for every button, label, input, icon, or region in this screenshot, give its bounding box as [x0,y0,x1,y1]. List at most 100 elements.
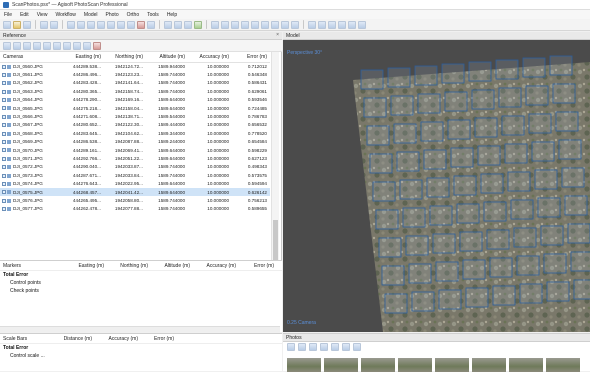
delete-icon[interactable] [137,20,145,29]
camera-frame[interactable] [420,121,444,142]
camera-frame[interactable] [360,69,384,90]
camera-frame[interactable] [534,169,558,190]
camera-frame[interactable] [384,293,408,314]
checkbox[interactable] [2,181,6,186]
table-row[interactable]: DJI_0565.JPG 444275.218... 1942158.04... 15… [0,104,270,112]
checkbox[interactable] [2,131,6,136]
checkbox[interactable] [2,148,6,153]
camera-frame[interactable] [414,65,438,86]
camera-frame[interactable] [498,87,522,108]
camera-frame[interactable] [465,287,489,308]
camera-frame[interactable] [546,281,570,302]
cameras-scrollbar[interactable] [271,52,279,282]
camera-frame[interactable] [372,181,396,202]
camera-frame[interactable] [489,257,513,278]
col-marker-error[interactable]: Error (m) [236,263,274,269]
camera-frame[interactable] [543,253,567,274]
circle-select-icon[interactable] [87,20,95,29]
photo-thumbnail[interactable] [361,358,395,372]
camera-frame[interactable] [561,167,585,188]
camera-frame[interactable] [417,93,441,114]
photo-thumbnail[interactable] [435,358,469,372]
col-marker-altitude[interactable]: Altitude (m) [148,263,190,269]
camera-frame[interactable] [570,251,590,272]
ortho-icon[interactable] [291,20,299,29]
rect-select-icon[interactable] [77,20,85,29]
checkbox[interactable] [2,98,6,103]
camera-frame[interactable] [525,85,549,106]
menu-view[interactable]: View [37,12,48,18]
rotate-region-icon[interactable] [127,20,135,29]
camera-frame[interactable] [456,203,480,224]
camera-frame[interactable] [471,89,495,110]
new-project-icon[interactable] [3,20,11,29]
markers-check-points[interactable]: Check points [0,287,282,295]
menu-model[interactable]: Model [84,12,98,18]
camera-frame[interactable] [390,95,414,116]
checkbox[interactable] [2,81,6,86]
camera-frame[interactable] [537,197,561,218]
checkbox[interactable] [2,165,6,170]
camera-frame[interactable] [474,117,498,138]
camera-frame[interactable] [513,227,537,248]
optimize-cameras-icon[interactable] [33,41,41,50]
checkbox[interactable] [2,114,6,119]
camera-frame[interactable] [522,57,546,78]
checkbox[interactable] [2,139,6,144]
camera-frame[interactable] [396,151,420,172]
camera-frame[interactable] [504,143,528,164]
camera-frame[interactable] [558,139,582,160]
camera-frame[interactable] [468,61,492,82]
camera-frame[interactable] [480,173,504,194]
checkbox[interactable] [2,123,6,128]
col-distance[interactable]: Distance (m) [48,336,92,342]
photo-mask-icon[interactable] [320,343,328,351]
show-markers-icon[interactable] [318,20,326,29]
menu-ortho[interactable]: Ortho [127,12,140,18]
col-scale-accuracy[interactable]: Accuracy (m) [92,336,138,342]
photo-edit-icon[interactable] [331,343,339,351]
camera-frame[interactable] [519,283,543,304]
show-region-icon[interactable] [328,20,336,29]
open-folder-icon[interactable] [13,20,21,29]
camera-frame[interactable] [501,115,525,136]
checkbox[interactable] [2,173,6,178]
import-icon[interactable] [3,41,11,50]
crop-icon[interactable] [147,20,155,29]
navigation-icon[interactable] [67,20,75,29]
table-row[interactable]: DJI_0569.JPG 444286.538... 1942087.88... 15… [0,138,270,146]
photo-thumbnail[interactable] [472,358,506,372]
markers-hscrollbar[interactable] [0,326,280,332]
camera-frame[interactable] [516,255,540,276]
camera-frame[interactable] [366,125,390,146]
zoom-out-icon[interactable] [174,20,182,29]
camera-frame[interactable] [531,141,555,162]
table-row[interactable]: DJI_0561.JPG 444286.496... 1942123.23... 15… [0,70,270,78]
table-row[interactable]: DJI_0560.JPG 444289.538... 1942124.72... 15… [0,62,270,70]
view-source-icon[interactable] [53,41,61,50]
camera-frame[interactable] [381,265,405,286]
table-row[interactable]: DJI_0572.JPG 444290.040... 1942033.87... 15… [0,163,270,171]
table-row[interactable]: DJI_0573.JPG 444287.671... 1942033.84... 15… [0,171,270,179]
camera-frame[interactable] [486,229,510,250]
col-easting[interactable]: Easting (m) [62,52,104,63]
camera-frame[interactable] [408,263,432,284]
photo-view-icon[interactable] [287,343,295,351]
camera-frame[interactable] [438,289,462,310]
table-row[interactable]: DJI_0575.JPG 444268.457... 1942041.42... 15… [0,187,270,197]
checkbox[interactable] [2,198,6,203]
add-icon[interactable] [194,20,202,29]
table-row[interactable]: DJI_0564.JPG 444278.290... 1942169.16... 15… [0,96,270,104]
show-info-icon[interactable] [348,20,356,29]
photo-thumbnail[interactable] [287,358,321,372]
camera-frame[interactable] [426,177,450,198]
checkbox[interactable] [2,207,6,212]
photo-details-icon[interactable] [353,343,361,351]
camera-frame[interactable] [477,145,501,166]
view-estimated-icon[interactable] [63,41,71,50]
camera-frame[interactable] [402,207,426,228]
table-row[interactable]: DJI_0563.JPG 444280.365... 1942158.74... 15… [0,87,270,95]
col-scale-bars[interactable]: Scale Bars [0,336,48,342]
wireframe-icon[interactable] [251,20,259,29]
redo-icon[interactable] [50,20,58,29]
